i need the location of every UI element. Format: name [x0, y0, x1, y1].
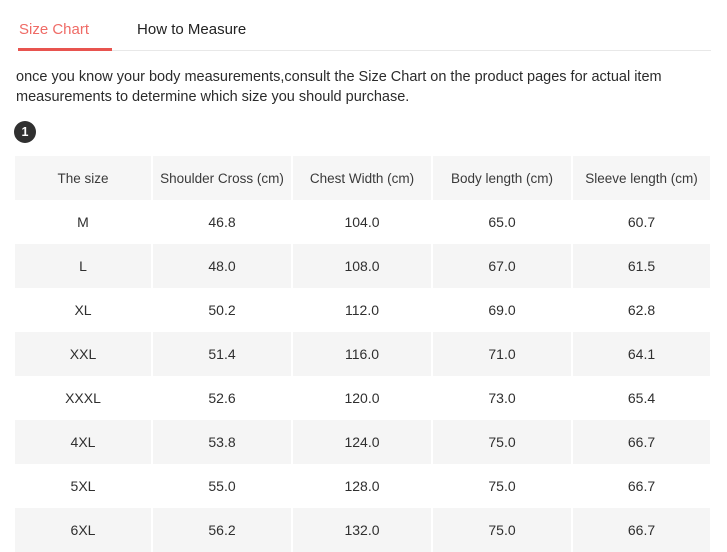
cell-body-length: 69.0	[432, 288, 573, 332]
column-header-sleeve-length: Sleeve length (cm)	[572, 156, 710, 200]
cell-size: M	[15, 200, 153, 244]
table-row: 4XL 53.8 124.0 75.0 66.7	[15, 420, 710, 464]
column-header-the-size: The size	[15, 156, 153, 200]
cell-sleeve-length: 64.1	[572, 332, 710, 376]
tab-baseline-divider	[18, 50, 711, 51]
size-chart-description: once you know your body measurements,con…	[16, 69, 662, 105]
cell-sleeve-length: 60.7	[572, 200, 710, 244]
size-chart-table: The size Shoulder Cross (cm) Chest Width…	[15, 156, 710, 552]
cell-shoulder-cross: 55.0	[152, 464, 293, 508]
tab-size-chart[interactable]: Size Chart	[19, 22, 89, 50]
cell-chest-width: 116.0	[292, 332, 433, 376]
tab-bar: Size Chart How to Measure	[0, 0, 727, 51]
tab-how-to-measure[interactable]: How to Measure	[137, 22, 268, 50]
cell-body-length: 75.0	[432, 508, 573, 552]
column-header-body-length: Body length (cm)	[432, 156, 573, 200]
size-table-container: The size Shoulder Cross (cm) Chest Width…	[15, 156, 710, 552]
cell-chest-width: 120.0	[292, 376, 433, 420]
column-header-chest-width: Chest Width (cm)	[292, 156, 433, 200]
table-row: 5XL 55.0 128.0 75.0 66.7	[15, 464, 710, 508]
cell-sleeve-length: 66.7	[572, 464, 710, 508]
cell-size: 5XL	[15, 464, 153, 508]
cell-chest-width: 128.0	[292, 464, 433, 508]
cell-sleeve-length: 65.4	[572, 376, 710, 420]
step-badge-row: 1	[14, 119, 727, 145]
table-row: L 48.0 108.0 67.0 61.5	[15, 244, 710, 288]
cell-sleeve-length: 62.8	[572, 288, 710, 332]
cell-shoulder-cross: 48.0	[152, 244, 293, 288]
table-header: The size Shoulder Cross (cm) Chest Width…	[15, 156, 710, 200]
cell-shoulder-cross: 50.2	[152, 288, 293, 332]
cell-body-length: 71.0	[432, 332, 573, 376]
cell-body-length: 65.0	[432, 200, 573, 244]
active-tab-underline	[18, 48, 112, 51]
table-row: 6XL 56.2 132.0 75.0 66.7	[15, 508, 710, 552]
cell-shoulder-cross: 52.6	[152, 376, 293, 420]
table-row: XXL 51.4 116.0 71.0 64.1	[15, 332, 710, 376]
tab-list: Size Chart How to Measure	[0, 0, 727, 50]
cell-shoulder-cross: 46.8	[152, 200, 293, 244]
cell-size: 6XL	[15, 508, 153, 552]
table-header-row: The size Shoulder Cross (cm) Chest Width…	[15, 156, 710, 200]
table-row: XL 50.2 112.0 69.0 62.8	[15, 288, 710, 332]
cell-chest-width: 104.0	[292, 200, 433, 244]
cell-chest-width: 132.0	[292, 508, 433, 552]
cell-shoulder-cross: 56.2	[152, 508, 293, 552]
tab-size-chart-label: Size Chart	[19, 21, 90, 38]
cell-size: L	[15, 244, 153, 288]
cell-shoulder-cross: 51.4	[152, 332, 293, 376]
cell-size: 4XL	[15, 420, 153, 464]
cell-sleeve-length: 66.7	[572, 508, 710, 552]
cell-size: XL	[15, 288, 153, 332]
cell-body-length: 73.0	[432, 376, 573, 420]
cell-body-length: 75.0	[432, 420, 573, 464]
cell-body-length: 75.0	[432, 464, 573, 508]
cell-shoulder-cross: 53.8	[152, 420, 293, 464]
cell-chest-width: 112.0	[292, 288, 433, 332]
cell-chest-width: 124.0	[292, 420, 433, 464]
table-row: XXXL 52.6 120.0 73.0 65.4	[15, 376, 710, 420]
table-body: M 46.8 104.0 65.0 60.7 L 48.0 108.0 67.0…	[15, 200, 710, 552]
column-header-shoulder-cross: Shoulder Cross (cm)	[152, 156, 293, 200]
cell-sleeve-length: 66.7	[572, 420, 710, 464]
tab-how-to-measure-label: How to Measure	[137, 21, 247, 38]
cell-size: XXL	[15, 332, 153, 376]
step-number-badge: 1	[14, 121, 36, 143]
cell-size: XXXL	[15, 376, 153, 420]
cell-sleeve-length: 61.5	[572, 244, 710, 288]
cell-chest-width: 108.0	[292, 244, 433, 288]
cell-body-length: 67.0	[432, 244, 573, 288]
table-row: M 46.8 104.0 65.0 60.7	[15, 200, 710, 244]
